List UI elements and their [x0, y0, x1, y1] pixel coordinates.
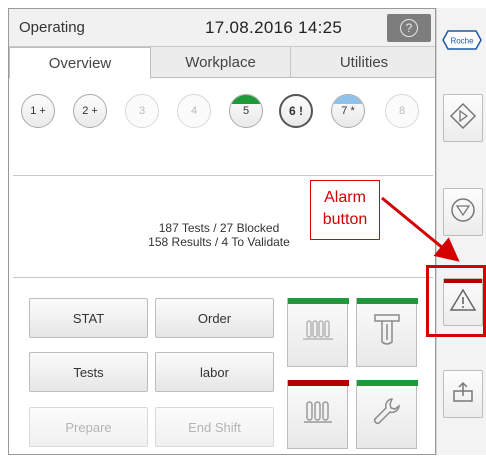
- end-shift-button[interactable]: End Shift: [155, 407, 274, 447]
- right-sidebar: Roche: [436, 8, 486, 455]
- module-button-6[interactable]: 6 !: [279, 94, 313, 128]
- probe-tile[interactable]: [356, 298, 418, 367]
- status-bar: [288, 298, 349, 304]
- prepare-button[interactable]: Prepare: [29, 407, 148, 447]
- svg-text:Roche: Roche: [450, 37, 474, 46]
- help-button[interactable]: ?: [387, 14, 431, 42]
- tab-overview[interactable]: Overview: [9, 47, 151, 79]
- tab-workplace[interactable]: Workplace: [151, 47, 291, 78]
- status-bar: [288, 380, 349, 386]
- status-bar: [357, 380, 418, 386]
- reagent-rack-tile[interactable]: [287, 380, 349, 449]
- divider: [13, 277, 433, 278]
- divider: [13, 175, 433, 176]
- module-button-2[interactable]: 2 +: [73, 94, 107, 128]
- module-button-4[interactable]: 4: [177, 94, 211, 128]
- diamond-start-icon: [449, 102, 477, 135]
- stop-button[interactable]: [443, 188, 483, 236]
- module-button-1[interactable]: 1 +: [21, 94, 55, 128]
- status-header: Operating 17.08.2016 14:25 ?: [9, 9, 435, 47]
- tab-utilities[interactable]: Utilities: [291, 47, 435, 78]
- rack-icon: [301, 315, 335, 350]
- module-status-row: 1 + 2 + 3 4 5 6 ! 7 * 8: [9, 84, 435, 139]
- module-button-3[interactable]: 3: [125, 94, 159, 128]
- wrench-icon: [370, 395, 404, 434]
- sample-rack-tile[interactable]: [287, 298, 349, 367]
- stat-button[interactable]: STAT: [29, 298, 148, 338]
- labor-button[interactable]: labor: [155, 352, 274, 392]
- annotation-callout: Alarm button: [310, 180, 380, 240]
- module-button-7[interactable]: 7 *: [331, 94, 365, 128]
- export-icon: [450, 379, 476, 410]
- maintenance-tile[interactable]: [356, 380, 418, 449]
- module-button-8[interactable]: 8: [385, 94, 419, 128]
- start-button[interactable]: [443, 94, 483, 142]
- date-time: 17.08.2016 14:25: [205, 18, 343, 37]
- module-5-status-cap: [230, 95, 262, 104]
- help-icon: ?: [400, 19, 418, 37]
- module-7-status-cap: [332, 95, 364, 104]
- system-status: Operating: [19, 19, 85, 36]
- status-bar: [357, 298, 418, 304]
- stop-icon: [449, 196, 477, 229]
- alarm-highlight-box: [426, 265, 486, 337]
- order-button[interactable]: Order: [155, 298, 274, 338]
- export-button[interactable]: [443, 370, 483, 418]
- roche-logo: Roche: [442, 30, 482, 50]
- probe-icon: [372, 312, 402, 353]
- reagent-rack-icon: [301, 397, 335, 432]
- tab-bar: Overview Workplace Utilities: [9, 47, 435, 79]
- tests-button[interactable]: Tests: [29, 352, 148, 392]
- module-button-5[interactable]: 5: [229, 94, 263, 128]
